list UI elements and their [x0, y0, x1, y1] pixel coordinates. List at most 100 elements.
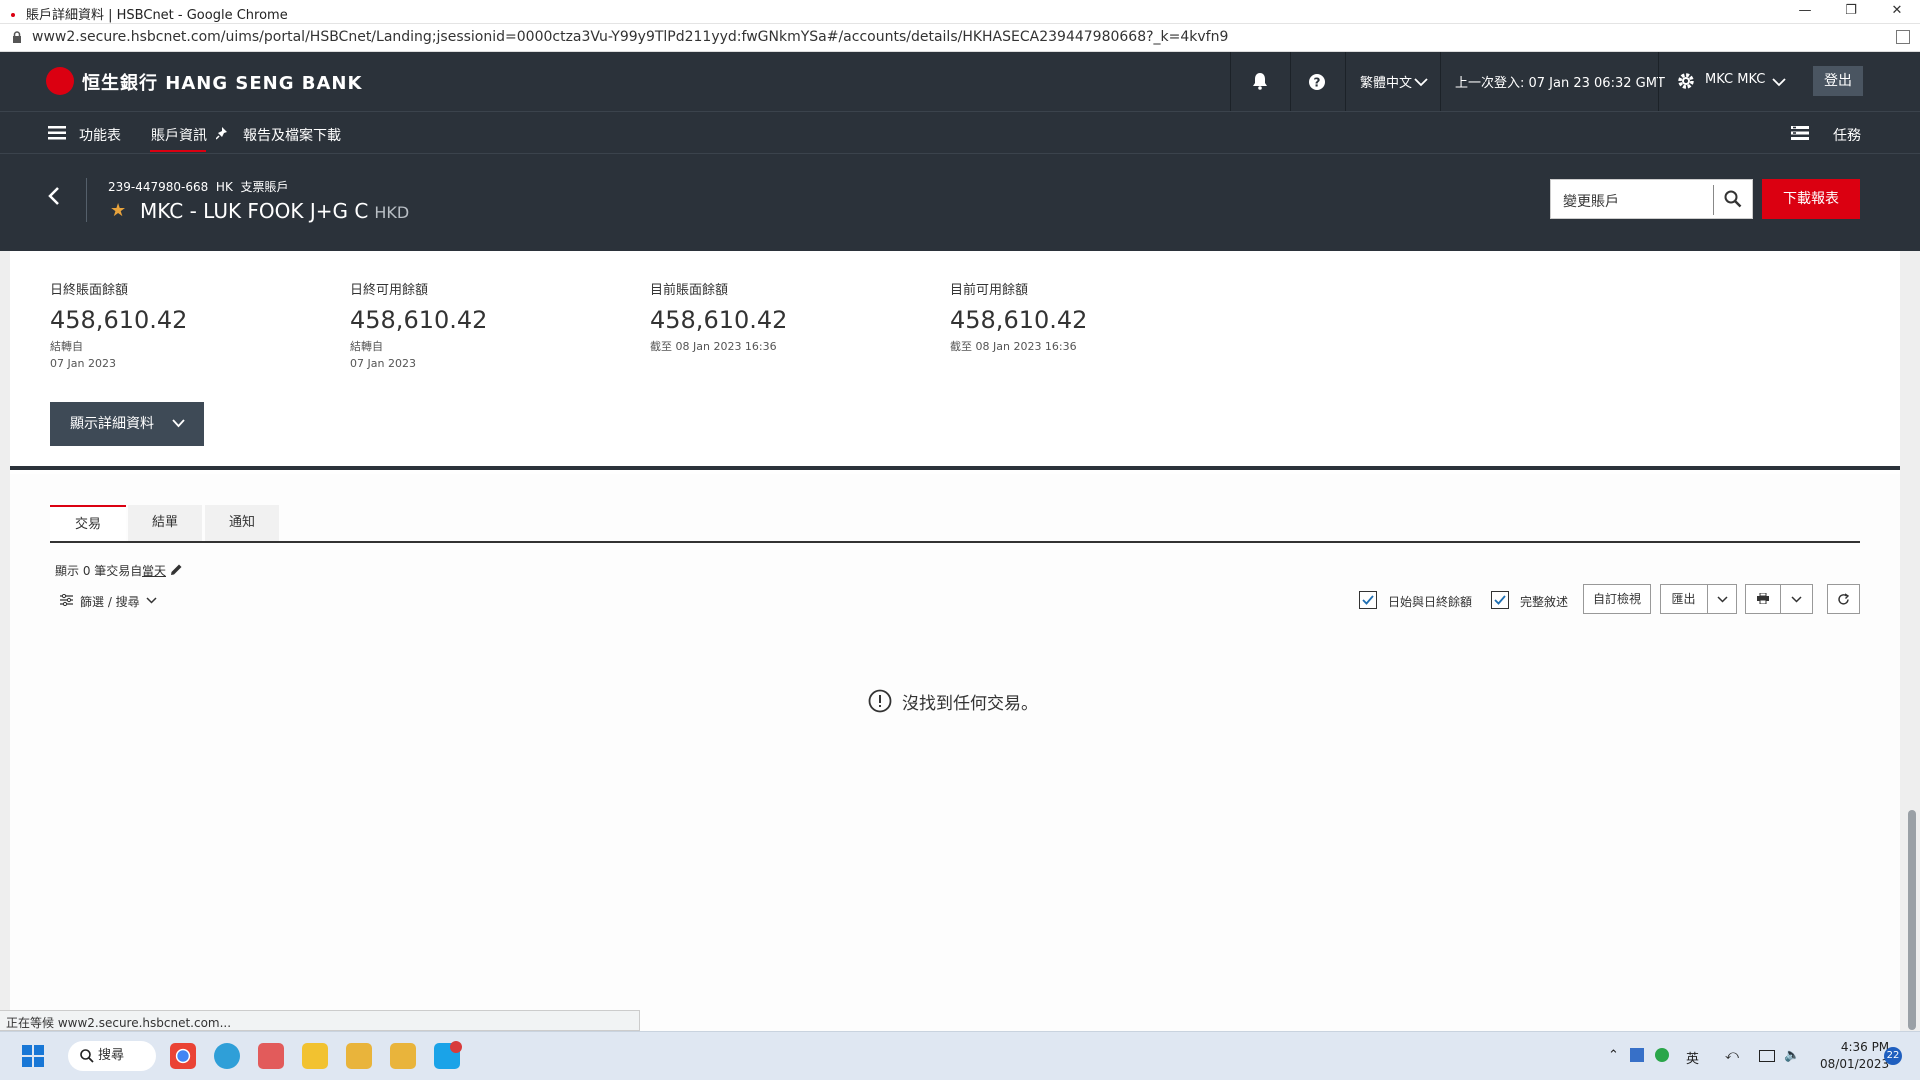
tab-statements[interactable]: 結單	[128, 505, 202, 541]
account-number: 239-447980-668	[108, 180, 209, 194]
pinned-app-icon[interactable]	[390, 1043, 416, 1069]
date-range-link[interactable]: 當天	[142, 562, 166, 579]
checkmark-icon	[1362, 595, 1374, 605]
taskbar-clock[interactable]: 4:36 PM 08/01/2023	[1820, 1039, 1889, 1073]
tab-notifications[interactable]: 通知	[205, 505, 279, 541]
balance-label: 日終可用餘額	[350, 283, 429, 298]
page-scrollbar[interactable]	[1908, 810, 1916, 1030]
network-icon[interactable]	[1759, 1050, 1775, 1062]
balance-value: 458,610.42	[950, 306, 1088, 334]
chevron-down-icon[interactable]	[1791, 596, 1802, 603]
full-description-label[interactable]: 完整敘述	[1520, 593, 1568, 610]
brand-name[interactable]: 恒生銀行 HANG SENG BANK	[82, 69, 362, 95]
browser-titlebar: 賬戶詳細資料 | HSBCnet - Google Chrome — ❐ ✕	[0, 0, 1920, 24]
back-arrow-icon[interactable]	[48, 187, 60, 205]
file-explorer-icon[interactable]	[302, 1043, 328, 1069]
tabs-underline	[50, 541, 1860, 543]
tray-expand-icon[interactable]: ⌃	[1608, 1048, 1619, 1063]
search-icon[interactable]	[1724, 190, 1742, 208]
balance-note: 截至 08 Jan 2023 16:36	[650, 340, 777, 353]
hang-seng-logo-icon[interactable]	[46, 67, 74, 95]
empty-state-message: 沒找到任何交易。	[902, 694, 1038, 714]
transactions-panel: 交易 結單 通知 顯示 0 筆交易自 當天 篩選 / 搜尋 日始與日終餘額 完整…	[10, 474, 1900, 1031]
nav-reports[interactable]: 報告及檔案下載	[243, 125, 341, 145]
ime-indicator[interactable]: 英	[1686, 1048, 1699, 1067]
maximize-icon[interactable]: ❐	[1828, 0, 1874, 24]
print-icon[interactable]	[1757, 593, 1769, 604]
tab-transactions[interactable]: 交易	[50, 505, 126, 541]
opening-closing-balance-label[interactable]: 日始與日終餘額	[1388, 593, 1472, 610]
url-text[interactable]: www2.secure.hsbcnet.com/uims/portal/HSBC…	[32, 29, 1228, 45]
export-dropdown[interactable]: 匯出	[1660, 584, 1737, 614]
nav-divider	[1345, 52, 1346, 111]
refresh-icon[interactable]	[1837, 593, 1850, 606]
chrome-icon[interactable]	[170, 1043, 196, 1069]
extension-icon[interactable]	[1896, 30, 1910, 44]
change-account-placeholder: 變更賬戶	[1563, 194, 1619, 210]
filter-search-toggle[interactable]: 篩選 / 搜尋	[80, 593, 140, 610]
nav-divider	[1440, 52, 1441, 111]
custom-view-button[interactable]: 自訂檢視	[1583, 584, 1651, 614]
balance-value: 458,610.42	[650, 306, 788, 334]
chevron-down-icon[interactable]	[1414, 78, 1428, 87]
defender-icon[interactable]	[1630, 1048, 1644, 1062]
change-account-input[interactable]: 變更賬戶	[1550, 179, 1753, 219]
notification-count-badge[interactable]: 22	[1884, 1047, 1902, 1065]
lock-icon	[13, 31, 21, 43]
chevron-down-icon[interactable]	[1772, 78, 1786, 87]
nav-tasks[interactable]: 任務	[1833, 125, 1861, 145]
bell-icon[interactable]	[1252, 72, 1268, 90]
tasks-icon[interactable]	[1791, 126, 1809, 140]
address-bar[interactable]: www2.secure.hsbcnet.com/uims/portal/HSBC…	[0, 24, 1920, 52]
show-details-label: 顯示詳細資料	[70, 416, 154, 432]
balance-label: 目前賬面餘額	[650, 283, 729, 298]
filter-sliders-icon[interactable]	[60, 594, 73, 606]
chevron-down-icon[interactable]	[146, 597, 157, 604]
gear-icon[interactable]	[1676, 71, 1696, 91]
balance-note: 結轉自	[350, 340, 383, 353]
favorite-star-icon[interactable]: ★	[110, 200, 126, 221]
menu-label[interactable]: 功能表	[79, 125, 121, 145]
chevron-down-icon[interactable]	[1717, 596, 1728, 603]
taskbar-search[interactable]: 搜尋	[68, 1041, 156, 1071]
refresh-button[interactable]	[1827, 584, 1860, 614]
edit-pencil-icon[interactable]	[170, 563, 183, 576]
hamburger-menu-icon[interactable]	[48, 126, 66, 140]
close-icon[interactable]: ✕	[1874, 0, 1920, 24]
balance-note: 結轉自	[50, 340, 83, 353]
balance-card: 目前可用餘額 458,610.42 截至 08 Jan 2023 16:36	[950, 279, 1087, 354]
pin-icon[interactable]	[216, 127, 228, 140]
taskbar-search-label: 搜尋	[98, 1048, 125, 1063]
user-menu[interactable]: MKC MKC	[1705, 72, 1765, 87]
logout-button[interactable]: 登出	[1813, 66, 1863, 96]
account-header: 239-447980-668 HK 支票賬戶 ★ MKC - LUK FOOK …	[0, 153, 1920, 251]
active-nav-indicator	[150, 150, 206, 152]
security-shield-icon[interactable]	[1655, 1048, 1669, 1062]
help-icon[interactable]: ?	[1308, 73, 1326, 91]
balance-label: 目前可用餘額	[950, 283, 1029, 298]
snipping-tool-icon[interactable]	[258, 1043, 284, 1069]
nav-account-info[interactable]: 賬戶資訊	[151, 125, 207, 145]
window-title: 賬戶詳細資料 | HSBCnet - Google Chrome	[26, 8, 288, 23]
windows-start-icon[interactable]	[22, 1045, 44, 1067]
header-divider	[86, 178, 87, 222]
full-description-checkbox[interactable]	[1491, 591, 1509, 609]
last-login: 上一次登入: 07 Jan 23 06:32 GMT	[1455, 76, 1665, 91]
show-details-button[interactable]: 顯示詳細資料	[50, 402, 204, 446]
ime-mode-icon[interactable]: ⤺	[1725, 1048, 1739, 1063]
nav-divider	[1230, 52, 1231, 111]
language-selector[interactable]: 繁體中文	[1360, 72, 1412, 91]
download-statement-button[interactable]: 下載報表	[1762, 179, 1860, 219]
balance-card: 日終可用餘額 458,610.42 結轉自 07 Jan 2023	[350, 279, 487, 370]
edge-icon[interactable]	[214, 1043, 240, 1069]
pinned-app-icon[interactable]	[346, 1043, 372, 1069]
volume-icon[interactable]: 🔈	[1784, 1048, 1800, 1063]
search-icon	[80, 1049, 94, 1063]
export-label[interactable]: 匯出	[1661, 585, 1706, 613]
minimize-icon[interactable]: —	[1782, 0, 1828, 24]
balance-card: 目前賬面餘額 458,610.42 截至 08 Jan 2023 16:36	[650, 279, 787, 354]
account-currency: HKD	[374, 203, 410, 222]
opening-closing-balance-checkbox[interactable]	[1359, 591, 1377, 609]
windows-taskbar: 搜尋 ⌃ 英 ⤺ 🔈 4:36 PM 08/01/2023 22	[0, 1031, 1920, 1080]
print-dropdown[interactable]	[1745, 584, 1813, 614]
